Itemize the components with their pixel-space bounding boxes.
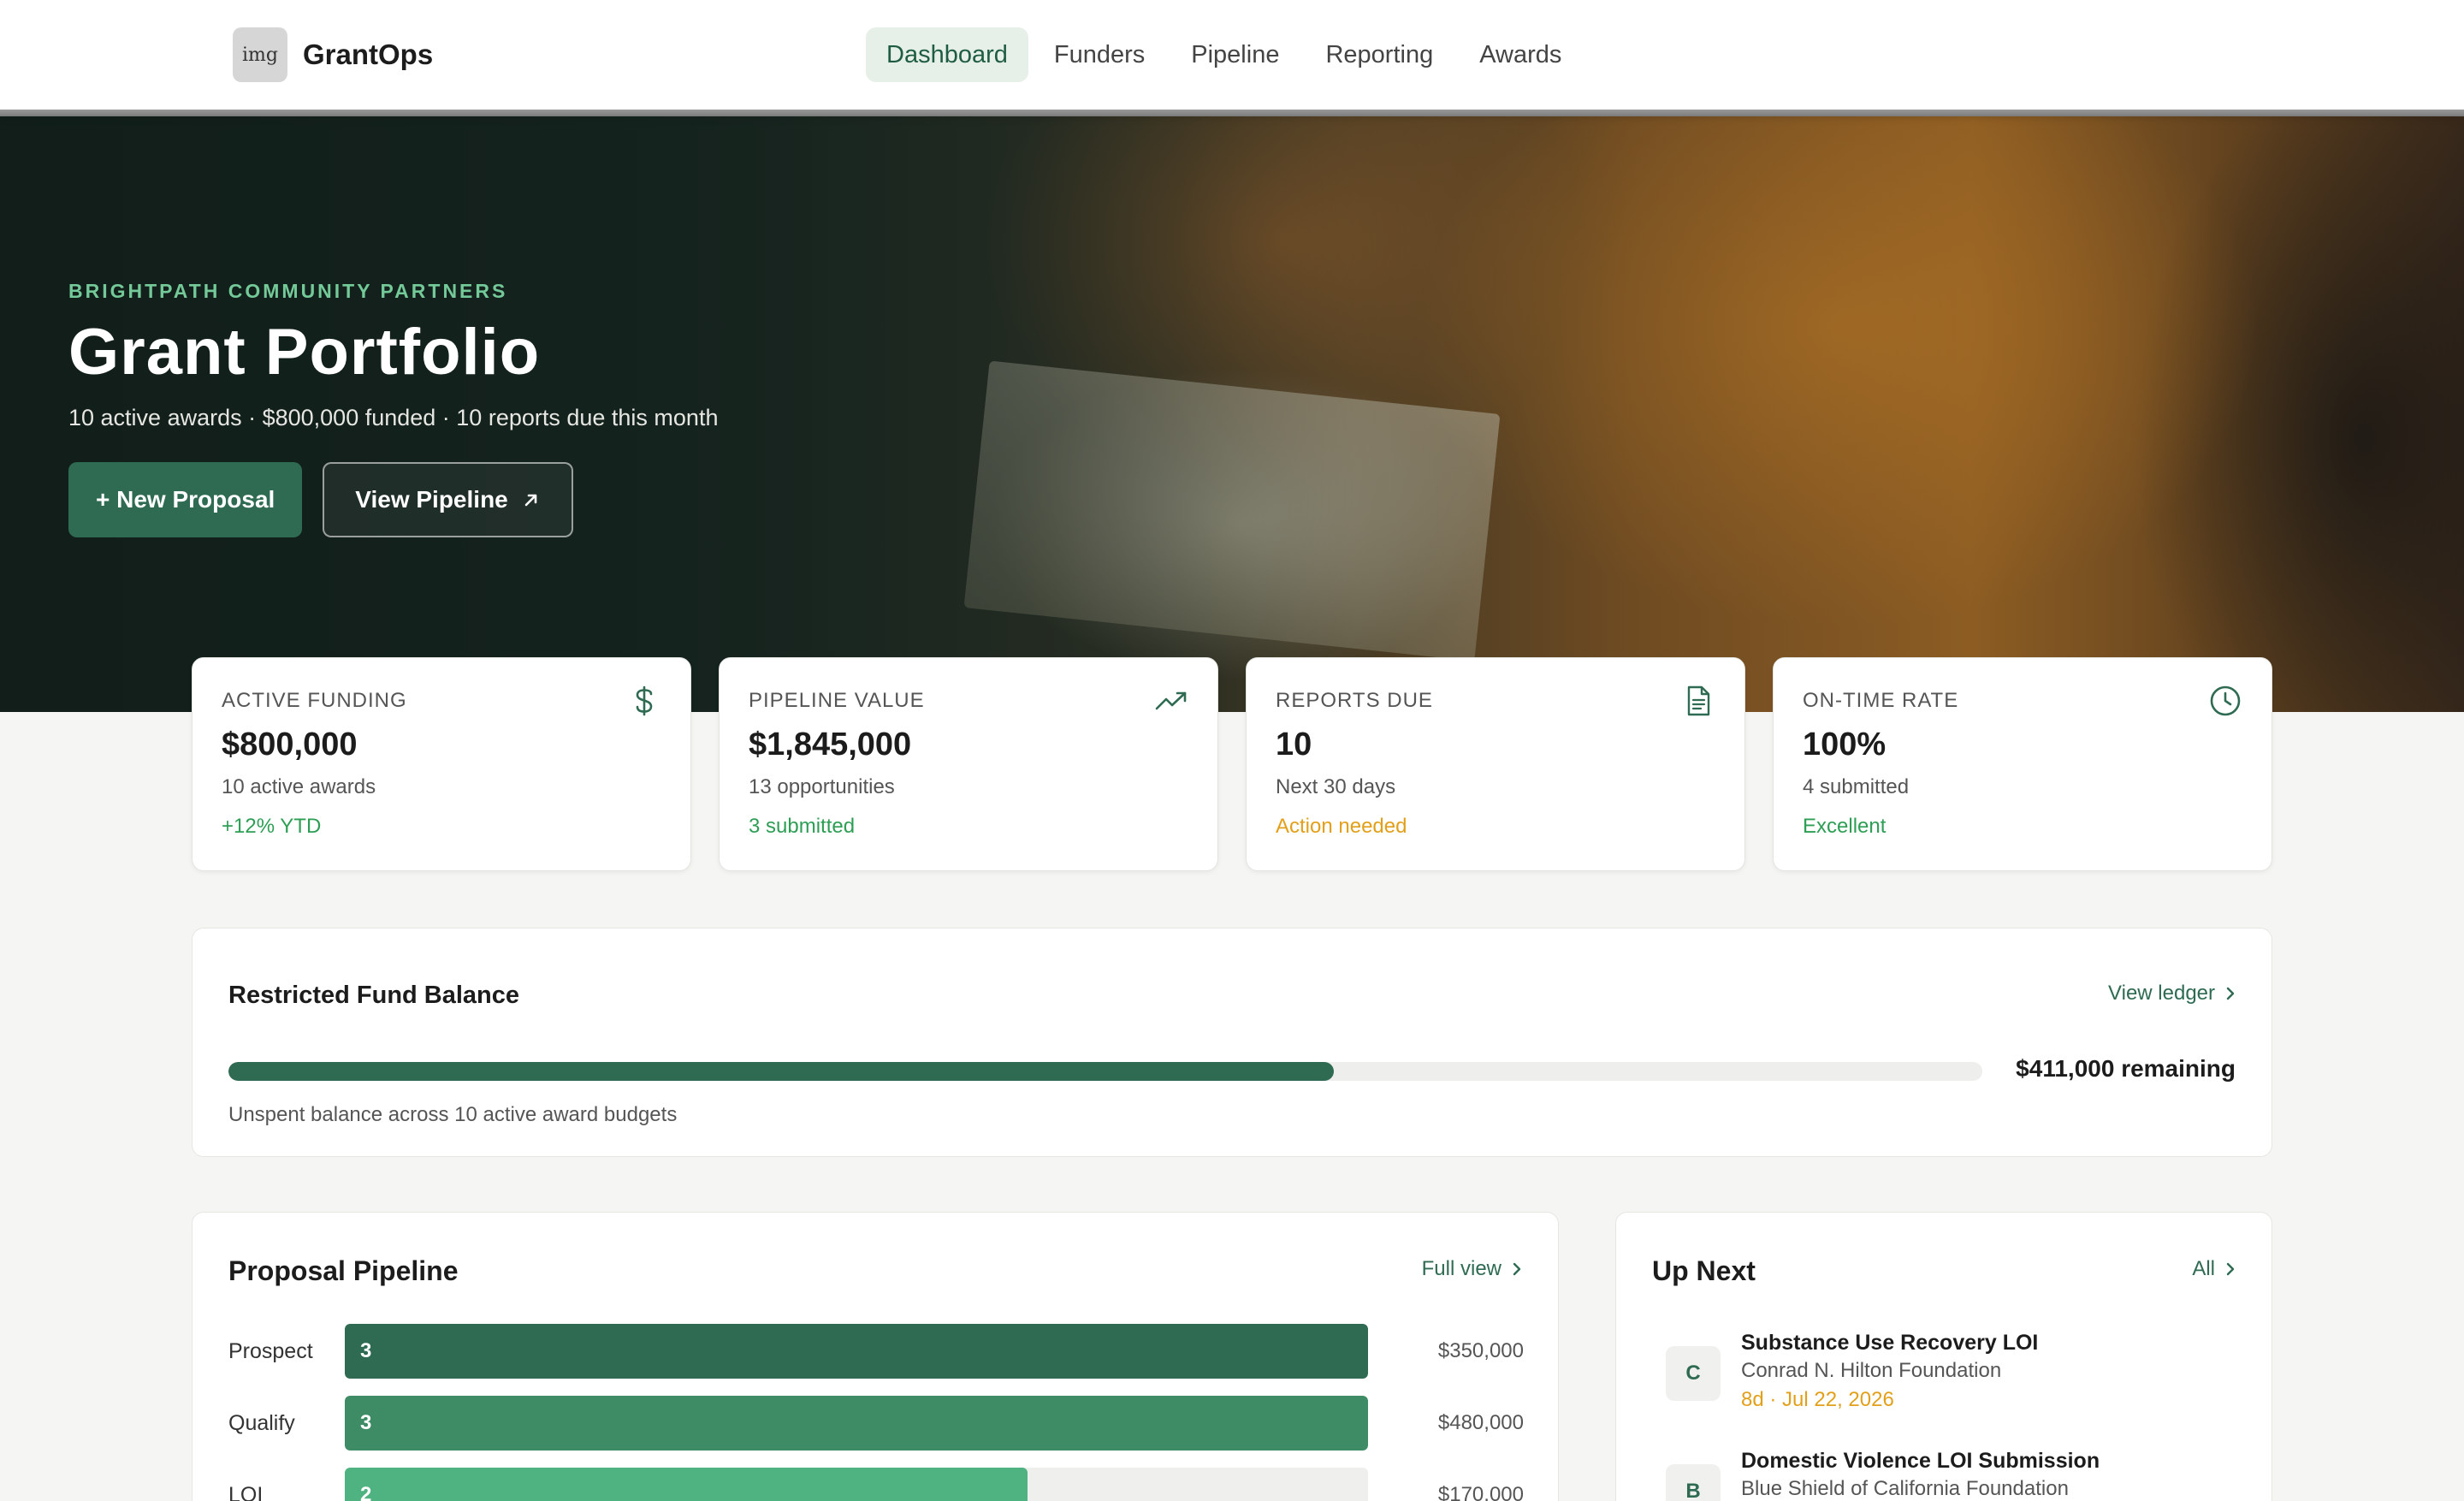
organization-name: BRIGHTPATH COMMUNITY PARTNERS <box>68 280 508 302</box>
stat-value: 10 <box>1276 727 1312 762</box>
stat-trend: +12% YTD <box>222 815 322 838</box>
pipeline-stage-loi[interactable]: LOI 2 $170,000 <box>228 1468 1524 1501</box>
stage-label: Qualify <box>228 1411 295 1435</box>
full-view-label: Full view <box>1421 1257 1502 1280</box>
nav-link-awards[interactable]: Awards <box>1459 27 1582 82</box>
stage-label: Prospect <box>228 1339 313 1363</box>
hero-banner: BRIGHTPATH COMMUNITY PARTNERS Grant Port… <box>0 113 2464 712</box>
stage-bar: 3 <box>345 1396 1368 1451</box>
stat-subtext: Next 30 days <box>1276 775 1396 798</box>
stage-track: 3 <box>345 1324 1368 1379</box>
stat-alert: Action needed <box>1276 815 1407 838</box>
stat-subtext: 13 opportunities <box>749 775 895 798</box>
fund-balance-title: Restricted Fund Balance <box>228 982 520 1009</box>
up-next-item[interactable]: C Substance Use Recovery LOI Conrad N. H… <box>1666 1331 2230 1449</box>
stage-track: 2 <box>345 1468 1368 1501</box>
fund-progress-fill <box>228 1062 1334 1081</box>
top-navbar: img GrantOps Dashboard Funders Pipeline … <box>0 0 2464 113</box>
stage-bar: 3 <box>345 1324 1368 1379</box>
chevron-right-icon <box>2226 1262 2235 1276</box>
all-label: All <box>2192 1257 2215 1280</box>
view-ledger-label: View ledger <box>2108 982 2215 1005</box>
stat-subtext: 4 submitted <box>1803 775 1910 798</box>
pipeline-stage-prospect[interactable]: Prospect 3 $350,000 <box>228 1324 1524 1379</box>
full-view-link[interactable]: Full view <box>1422 1257 1522 1281</box>
fund-remaining: $411,000 remaining <box>2016 1055 2236 1082</box>
pipeline-stage-qualify[interactable]: Qualify 3 $480,000 <box>228 1396 1524 1451</box>
task-funder: Blue Shield of California Foundation <box>1741 1477 2069 1500</box>
up-next-list: C Substance Use Recovery LOI Conrad N. H… <box>1666 1331 2230 1501</box>
nav-link-funders[interactable]: Funders <box>1034 27 1165 82</box>
up-next-item[interactable]: B Domestic Violence LOI Submission Blue … <box>1666 1449 2230 1501</box>
stat-value: $800,000 <box>222 727 358 762</box>
stage-amount: $480,000 <box>1437 1411 1524 1434</box>
page-subtitle: 10 active awards · $800,000 funded · 10 … <box>68 405 719 430</box>
up-next-card: Up Next All C Substance Use Recovery LOI… <box>1615 1212 2272 1501</box>
pipeline-title: Proposal Pipeline <box>228 1255 459 1286</box>
funder-initial-badge: C <box>1666 1346 1721 1401</box>
stage-amount: $170,000 <box>1437 1483 1524 1501</box>
stat-subtext: 10 active awards <box>222 775 376 798</box>
new-proposal-button[interactable]: + New Proposal <box>68 462 303 537</box>
view-ledger-link[interactable]: View ledger <box>2108 982 2236 1006</box>
stage-bar: 2 <box>345 1468 1028 1501</box>
stage-track: 3 <box>345 1396 1368 1451</box>
view-pipeline-button[interactable]: View Pipeline <box>323 462 573 537</box>
view-pipeline-label: View Pipeline <box>355 486 508 513</box>
nav-links: Dashboard Funders Pipeline Reporting Awa… <box>866 27 1587 82</box>
task-due-date: 8d · Jul 22, 2026 <box>1741 1388 1894 1411</box>
logo-image: img <box>233 27 287 82</box>
all-link[interactable]: All <box>2192 1257 2236 1281</box>
chevron-right-icon <box>1513 1262 1521 1276</box>
task-name: Domestic Violence LOI Submission <box>1741 1449 2100 1473</box>
fund-balance-card: Restricted Fund Balance View ledger $411… <box>192 928 2272 1157</box>
brand-name: GrantOps <box>303 39 434 70</box>
nav-link-pipeline[interactable]: Pipeline <box>1170 27 1300 82</box>
stat-card-pipeline-value[interactable]: PIPELINE VALUE $1,845,000 13 opportuniti… <box>719 657 1218 871</box>
up-next-title: Up Next <box>1652 1255 1756 1286</box>
fund-progress-bar <box>228 1062 1982 1081</box>
stat-label: PIPELINE VALUE <box>749 689 925 712</box>
stat-status: Excellent <box>1803 815 1886 838</box>
stat-label: REPORTS DUE <box>1276 689 1433 712</box>
stat-card-on-time-rate[interactable]: ON-TIME RATE 100% 4 submitted Excellent <box>1773 657 2272 871</box>
proposal-pipeline-card: Proposal Pipeline Full view Prospect 3 $… <box>192 1212 1559 1501</box>
stat-value: 100% <box>1803 727 1886 762</box>
document-icon <box>1687 685 1710 716</box>
brand[interactable]: img GrantOps <box>233 27 433 82</box>
hero-content: BRIGHTPATH COMMUNITY PARTNERS Grant Port… <box>68 280 718 537</box>
chevron-right-icon <box>2226 987 2235 1000</box>
nav-divider <box>0 110 2464 116</box>
hero-actions: + New Proposal View Pipeline <box>68 462 718 537</box>
clock-icon <box>2210 685 2241 716</box>
task-name: Substance Use Recovery LOI <box>1741 1331 2039 1355</box>
nav-link-reporting[interactable]: Reporting <box>1305 27 1454 82</box>
stat-value: $1,845,000 <box>749 727 912 762</box>
trending-up-icon <box>1155 691 1187 710</box>
stage-amount: $350,000 <box>1437 1339 1524 1362</box>
stat-card-active-funding[interactable]: ACTIVE FUNDING $800,000 10 active awards… <box>192 657 691 871</box>
stat-trend: 3 submitted <box>749 815 856 838</box>
pipeline-stages: Prospect 3 $350,000 Qualify 3 $480,000 L… <box>228 1324 1524 1501</box>
arrow-up-right-icon <box>524 494 537 507</box>
stat-label: ON-TIME RATE <box>1803 689 1959 712</box>
up-next-text: Domestic Violence LOI Submission Blue Sh… <box>1741 1449 2100 1501</box>
nav-link-dashboard[interactable]: Dashboard <box>866 27 1028 82</box>
page-title: Grant Portfolio <box>68 316 541 389</box>
up-next-text: Substance Use Recovery LOI Conrad N. Hil… <box>1741 1331 2038 1412</box>
stat-label: ACTIVE FUNDING <box>222 689 407 712</box>
stat-cards: ACTIVE FUNDING $800,000 10 active awards… <box>192 657 2272 871</box>
funder-initial-badge: B <box>1666 1464 1721 1501</box>
stat-card-reports-due[interactable]: REPORTS DUE 10 Next 30 days Action neede… <box>1246 657 1745 871</box>
task-funder: Conrad N. Hilton Foundation <box>1741 1359 2002 1382</box>
stage-label: LOI <box>228 1483 264 1501</box>
fund-caption: Unspent balance across 10 active award b… <box>228 1103 678 1126</box>
dollar-icon <box>636 685 653 716</box>
